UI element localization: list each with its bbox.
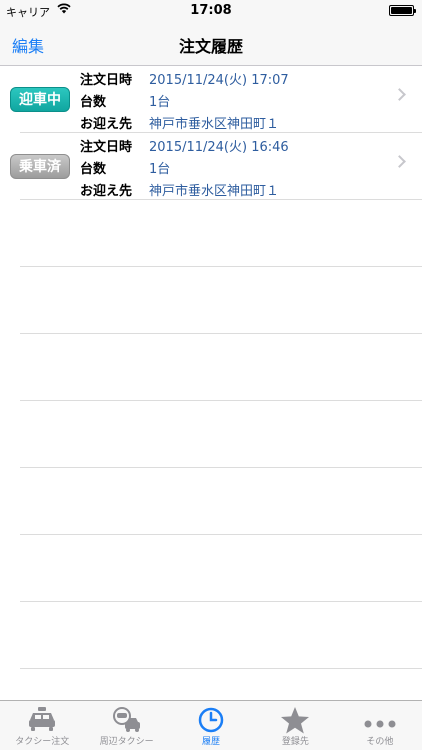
navigation-bar: 編集 注文履歴 <box>0 22 422 66</box>
row-divider <box>20 266 422 267</box>
datetime-label: 注文日時 <box>80 140 133 155</box>
row-divider <box>20 333 422 334</box>
tab-label: 履歴 <box>202 737 221 747</box>
order-row[interactable]: 迎車中 注文日時 2015/11/24(火) 17:07 台数 1台 お迎え先 … <box>0 66 422 133</box>
status-badge-completed: 乗車済 <box>10 154 70 179</box>
count-value: 1台 <box>149 95 171 110</box>
tab-label: 周辺タクシー <box>99 737 154 747</box>
status-bar: キャリア 17:08 <box>0 0 422 22</box>
row-divider <box>20 601 422 602</box>
pickup-value: 神戸市垂水区神田町１ <box>149 117 280 132</box>
count-label: 台数 <box>80 95 107 110</box>
row-divider <box>20 199 422 200</box>
row-divider <box>20 668 422 669</box>
count-label: 台数 <box>80 162 107 177</box>
pickup-label: お迎え先 <box>80 117 133 132</box>
row-divider <box>20 400 422 401</box>
tab-bar: タクシー注文 周辺タクシー 履歴 登録先 その他 <box>0 700 422 750</box>
battery-icon <box>389 5 416 16</box>
tab-registered[interactable]: 登録先 <box>253 701 337 750</box>
tab-label: その他 <box>366 737 394 747</box>
count-value: 1台 <box>149 162 171 177</box>
clock-time: 17:08 <box>190 3 232 18</box>
row-divider <box>20 467 422 468</box>
datetime-value: 2015/11/24(火) 16:46 <box>149 140 289 155</box>
tab-nearby-taxi[interactable]: 周辺タクシー <box>84 701 168 750</box>
taxi-icon <box>26 706 58 736</box>
datetime-label: 注文日時 <box>80 73 133 88</box>
tab-other[interactable]: その他 <box>338 701 422 750</box>
status-badge-dispatching: 迎車中 <box>10 87 70 112</box>
row-divider <box>20 534 422 535</box>
tab-label: 登録先 <box>281 737 309 747</box>
datetime-value: 2015/11/24(火) 17:07 <box>149 73 289 88</box>
tab-label: タクシー注文 <box>15 737 70 747</box>
order-row[interactable]: 乗車済 注文日時 2015/11/24(火) 16:46 台数 1台 お迎え先 … <box>0 133 422 200</box>
tab-taxi-order[interactable]: タクシー注文 <box>0 701 84 750</box>
chevron-right-icon <box>393 88 406 101</box>
page-title: 注文履歴 <box>178 37 243 56</box>
pickup-label: お迎え先 <box>80 184 133 199</box>
pickup-value: 神戸市垂水区神田町１ <box>149 184 280 199</box>
chevron-right-icon <box>393 155 406 168</box>
tab-history[interactable]: 履歴 <box>169 701 253 750</box>
more-icon <box>364 713 396 732</box>
order-history-list: 迎車中 注文日時 2015/11/24(火) 17:07 台数 1台 お迎え先 … <box>0 66 422 700</box>
